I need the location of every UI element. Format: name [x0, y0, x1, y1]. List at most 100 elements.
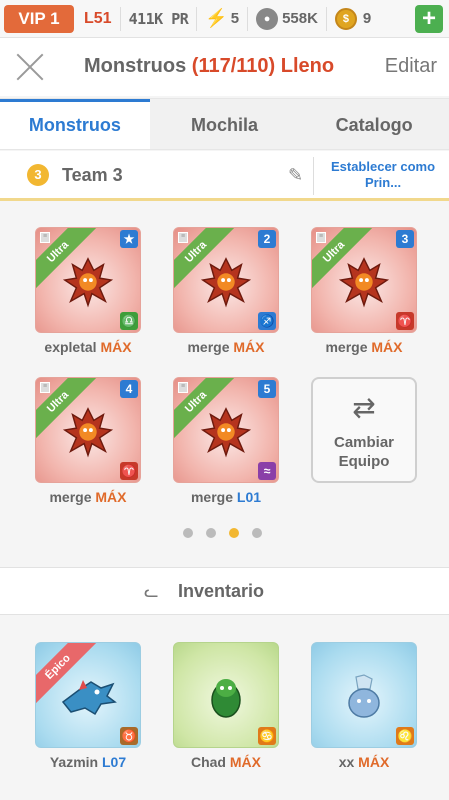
zodiac-aries-icon: ♈ — [396, 312, 414, 330]
tab-monstruos[interactable]: Monstruos — [0, 99, 150, 149]
energy-count: 5 — [230, 10, 240, 27]
title-text: Monstruos — [84, 55, 187, 77]
note-icon: ≡ — [316, 232, 326, 243]
inventory-label: Chad MÁX — [156, 754, 296, 770]
leaf-creature-icon — [211, 679, 241, 718]
monster-name: merge — [325, 339, 368, 355]
fire-dragon-icon — [338, 257, 390, 308]
close-icon[interactable] — [14, 51, 46, 83]
swap-team-label: Cambiar Equipo — [333, 434, 395, 470]
team-number-badge: 3 — [27, 164, 49, 186]
slot-number: 3 — [396, 230, 414, 248]
tab-bar: Monstruos Mochila Catalogo — [0, 98, 449, 150]
monster-level: MÁX — [95, 489, 127, 505]
slot-number: 4 — [120, 380, 138, 398]
inventory-label: Yazmin L07 — [18, 754, 158, 770]
monster-card[interactable]: Ultra ≡ 2 ♐ — [173, 227, 279, 333]
monster-card[interactable]: Ultra ≡ 5 ≈ — [173, 377, 279, 483]
slot-number: 5 — [258, 380, 276, 398]
monster-level: MÁX — [100, 339, 132, 355]
cat-face-icon: ᓚ — [144, 582, 159, 601]
team-name: Team 3 — [62, 165, 123, 185]
coin-count: 9 — [362, 10, 372, 27]
inventory-monster-card[interactable]: ♋ — [173, 642, 279, 748]
divider — [313, 157, 314, 195]
monster-name: merge — [49, 489, 92, 505]
slot-number: 2 — [258, 230, 276, 248]
monster-name: expletal — [44, 339, 97, 355]
coin-icon: $ — [334, 7, 357, 30]
monster-card[interactable]: Ultra ≡ ★ ♎ — [35, 227, 141, 333]
water-dragon-icon — [61, 680, 117, 716]
page-title: Monstruos (117/110) Lleno — [84, 55, 334, 78]
monster-level: L01 — [236, 489, 262, 505]
monster-label: merge L01 — [156, 489, 296, 505]
inventory-label: xx MÁX — [294, 754, 434, 770]
paw-food-icon: ● — [256, 7, 279, 30]
page-dot[interactable] — [252, 528, 262, 538]
monster-label: merge MÁX — [156, 339, 296, 355]
edit-button[interactable]: Editar — [385, 55, 437, 78]
note-icon: ≡ — [40, 382, 50, 393]
monster-name: merge — [187, 339, 230, 355]
vip-badge[interactable]: VIP 1 — [4, 4, 74, 33]
inventory-monster-card[interactable]: ♌ — [311, 642, 417, 748]
page-dot[interactable] — [206, 528, 216, 538]
swap-arrows-icon: ⇄ — [352, 392, 376, 423]
page-indicator — [183, 528, 262, 538]
inventory-title: Inventario — [178, 581, 265, 601]
monster-label: expletal MÁX — [18, 339, 158, 355]
zodiac-sagittarius-icon: ♐ — [258, 312, 276, 330]
note-icon: ≡ — [178, 232, 188, 243]
slot-star-icon: ★ — [120, 230, 138, 248]
note-icon: ≡ — [178, 382, 188, 393]
inventory-monster-card[interactable]: Épico ♉ — [35, 642, 141, 748]
tab-mochila[interactable]: Mochila — [150, 99, 300, 149]
team-bar: 3 Team 3 ✎ Establecer como Prin... — [0, 151, 449, 201]
monster-level: MÁX — [371, 339, 403, 355]
ice-creature-icon — [348, 674, 380, 718]
player-level: L51 — [84, 9, 112, 27]
add-currency-button[interactable]: + — [415, 5, 443, 33]
status-bar: VIP 1 L51 411K PR ⚡ 5 ● 558K $ 9 + — [0, 0, 449, 38]
pencil-icon[interactable]: ✎ — [288, 165, 303, 186]
energy-bolt-icon: ⚡ — [205, 8, 228, 28]
page-header: Monstruos (117/110) Lleno Editar — [0, 38, 449, 96]
monster-level: MÁX — [358, 754, 390, 770]
divider — [119, 6, 121, 31]
page-dot[interactable] — [183, 528, 193, 538]
page-dot-active[interactable] — [229, 528, 239, 538]
monster-level: L07 — [102, 754, 127, 770]
inventory-header: ᓚ Inventario — [0, 567, 449, 615]
monster-level: MÁX — [229, 754, 261, 770]
tab-catalogo[interactable]: Catalogo — [299, 99, 449, 149]
set-main-team-button[interactable]: Establecer como Prin... — [318, 159, 448, 191]
capacity-full-label: Lleno — [280, 55, 335, 77]
divider — [196, 6, 198, 31]
zodiac-taurus-icon: ♉ — [120, 727, 138, 745]
zodiac-leo-icon: ♌ — [396, 727, 414, 745]
fire-dragon-icon — [62, 407, 114, 458]
swap-team-button[interactable]: ⇄ Cambiar Equipo — [311, 377, 417, 483]
food-count: 558K — [282, 10, 318, 27]
zodiac-aquarius-icon: ≈ — [258, 462, 276, 480]
zodiac-cancer-icon: ♋ — [258, 727, 276, 745]
monster-card[interactable]: Ultra ≡ 3 ♈ — [311, 227, 417, 333]
fire-dragon-icon — [200, 407, 252, 458]
zodiac-libra-icon: ♎ — [120, 312, 138, 330]
fire-dragon-icon — [62, 257, 114, 308]
power-rating: 411K PR — [128, 9, 189, 28]
monster-capacity: (117/110) — [191, 55, 276, 77]
monster-card[interactable]: Ultra ≡ 4 ♈ — [35, 377, 141, 483]
divider — [325, 6, 327, 31]
monster-name: xx — [338, 754, 355, 770]
zodiac-aries-icon: ♈ — [120, 462, 138, 480]
note-icon: ≡ — [40, 232, 50, 243]
monster-label: merge MÁX — [294, 339, 434, 355]
monster-label: merge MÁX — [18, 489, 158, 505]
divider — [247, 6, 249, 31]
fire-dragon-icon — [200, 257, 252, 308]
monster-level: MÁX — [233, 339, 265, 355]
monster-name: Chad — [190, 754, 226, 770]
monster-name: Yazmin — [49, 754, 99, 770]
